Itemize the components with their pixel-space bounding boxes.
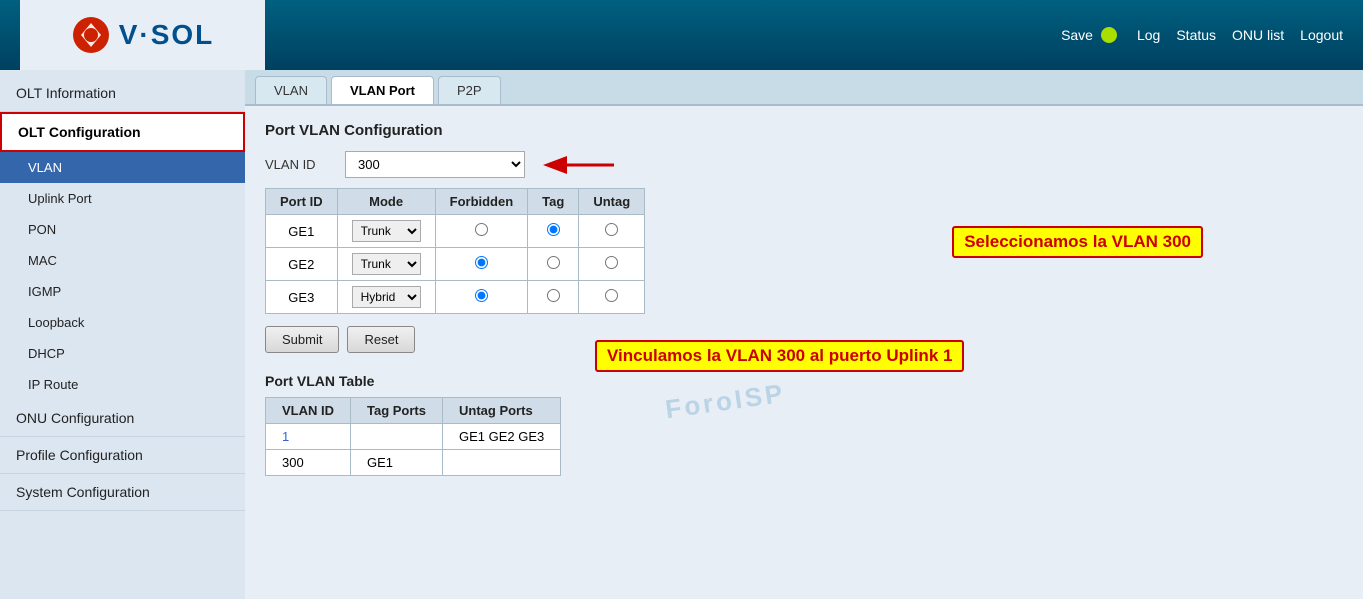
untag-ge1[interactable] [579,215,645,248]
port-vlan-table: VLAN ID Tag Ports Untag Ports 1 GE1 GE2 … [265,397,561,476]
header: V·SOL Save Log Status ONU list Logout [0,0,1363,70]
tab-p2p[interactable]: P2P [438,76,501,104]
tab-vlan-port[interactable]: VLAN Port [331,76,434,104]
tag-ge1[interactable] [528,215,579,248]
row1-tag-ports [351,424,443,450]
port-ge3: GE3 [266,281,338,314]
tag-radio-ge2[interactable] [547,256,560,269]
sidebar: OLT Information OLT Configuration VLAN U… [0,70,245,599]
sidebar-subitem-igmp[interactable]: IGMP [0,276,245,307]
main-layout: OLT Information OLT Configuration VLAN U… [0,70,1363,599]
tag-ge3[interactable] [528,281,579,314]
row1-vlan-id: 1 [266,424,351,450]
onu-list-link[interactable]: ONU list [1232,27,1284,43]
header-save-area: Save [1061,27,1117,43]
vlan-id-label: VLAN ID [265,157,335,172]
header-right: Save Log Status ONU list Logout [1061,27,1343,43]
col-port-id: Port ID [266,189,338,215]
table-row: 300 GE1 [266,450,561,476]
sidebar-subitem-vlan[interactable]: VLAN [0,152,245,183]
header-links: Log Status ONU list Logout [1137,27,1343,43]
port-ge2: GE2 [266,248,338,281]
mode-ge2[interactable]: Trunk Access Hybrid [337,248,435,281]
col-tag: Tag [528,189,579,215]
status-link[interactable]: Status [1176,27,1216,43]
sidebar-item-system-configuration[interactable]: System Configuration [0,474,245,511]
untag-radio-ge2[interactable] [605,256,618,269]
tab-vlan[interactable]: VLAN [255,76,327,104]
vsol-logo-icon [71,15,111,55]
untag-ge3[interactable] [579,281,645,314]
table-row: GE1 Trunk Access Hybrid [266,215,645,248]
forbidden-ge3[interactable] [435,281,528,314]
reset-button[interactable]: Reset [347,326,415,353]
logo-area: V·SOL [20,0,265,70]
annotation-2: Vinculamos la VLAN 300 al puerto Uplink … [595,340,964,372]
section2-title: Port VLAN Table [265,373,1343,389]
port-ge1: GE1 [266,215,338,248]
page-content: Seleccionamos la VLAN 300 Port VLAN Conf… [245,106,1363,492]
section1-title: Port VLAN Configuration [265,122,1343,139]
sidebar-item-olt-information[interactable]: OLT Information [0,75,245,112]
status-indicator [1101,27,1117,43]
forbidden-radio-ge1[interactable] [475,223,488,236]
mode-ge1[interactable]: Trunk Access Hybrid [337,215,435,248]
sidebar-subitem-dhcp[interactable]: DHCP [0,338,245,369]
save-label[interactable]: Save [1061,27,1093,43]
port-vlan-config-table: Port ID Mode Forbidden Tag Untag GE1 Tru… [265,188,645,314]
table-row: GE3 Hybrid Access Trunk [266,281,645,314]
arrow-select-icon [539,153,619,177]
annotation-1: Seleccionamos la VLAN 300 [952,226,1203,258]
logout-link[interactable]: Logout [1300,27,1343,43]
col-mode: Mode [337,189,435,215]
mode-select-ge3[interactable]: Hybrid Access Trunk [352,286,421,308]
sidebar-subitem-pon[interactable]: PON [0,214,245,245]
forbidden-ge1[interactable] [435,215,528,248]
sidebar-item-onu-configuration[interactable]: ONU Configuration [0,400,245,437]
tag-radio-ge1[interactable] [547,223,560,236]
forbidden-ge2[interactable] [435,248,528,281]
tag-radio-ge3[interactable] [547,289,560,302]
sidebar-item-profile-configuration[interactable]: Profile Configuration [0,437,245,474]
row1-untag-ports: GE1 GE2 GE3 [443,424,561,450]
row2-vlan-id: 300 [266,450,351,476]
submit-button[interactable]: Submit [265,326,339,353]
port-col-untag-ports: Untag Ports [443,398,561,424]
vlan-id-select[interactable]: 300 1 [345,151,525,178]
sidebar-item-olt-configuration[interactable]: OLT Configuration [0,112,245,152]
mode-ge3[interactable]: Hybrid Access Trunk [337,281,435,314]
sidebar-subitem-mac[interactable]: MAC [0,245,245,276]
untag-radio-ge1[interactable] [605,223,618,236]
untag-ge2[interactable] [579,248,645,281]
sidebar-subitem-loopback[interactable]: Loopback [0,307,245,338]
sidebar-subitem-ip-route[interactable]: IP Route [0,369,245,400]
row2-tag-ports: GE1 [351,450,443,476]
table-row: GE2 Trunk Access Hybrid [266,248,645,281]
forbidden-radio-ge3[interactable] [475,289,488,302]
logo-text: V·SOL [119,19,215,51]
port-col-vlan-id: VLAN ID [266,398,351,424]
sidebar-subitem-uplink-port[interactable]: Uplink Port [0,183,245,214]
forbidden-radio-ge2[interactable] [475,256,488,269]
tab-bar: VLAN VLAN Port P2P [245,70,1363,106]
col-untag: Untag [579,189,645,215]
port-col-tag-ports: Tag Ports [351,398,443,424]
mode-select-ge2[interactable]: Trunk Access Hybrid [352,253,421,275]
vlan-id-row: VLAN ID 300 1 [265,151,1343,178]
table-row: 1 GE1 GE2 GE3 [266,424,561,450]
mode-select-ge1[interactable]: Trunk Access Hybrid [352,220,421,242]
content-area: VLAN VLAN Port P2P Seleccionamos la VLAN… [245,70,1363,599]
tag-ge2[interactable] [528,248,579,281]
col-forbidden: Forbidden [435,189,528,215]
row2-untag-ports [443,450,561,476]
untag-radio-ge3[interactable] [605,289,618,302]
log-link[interactable]: Log [1137,27,1160,43]
